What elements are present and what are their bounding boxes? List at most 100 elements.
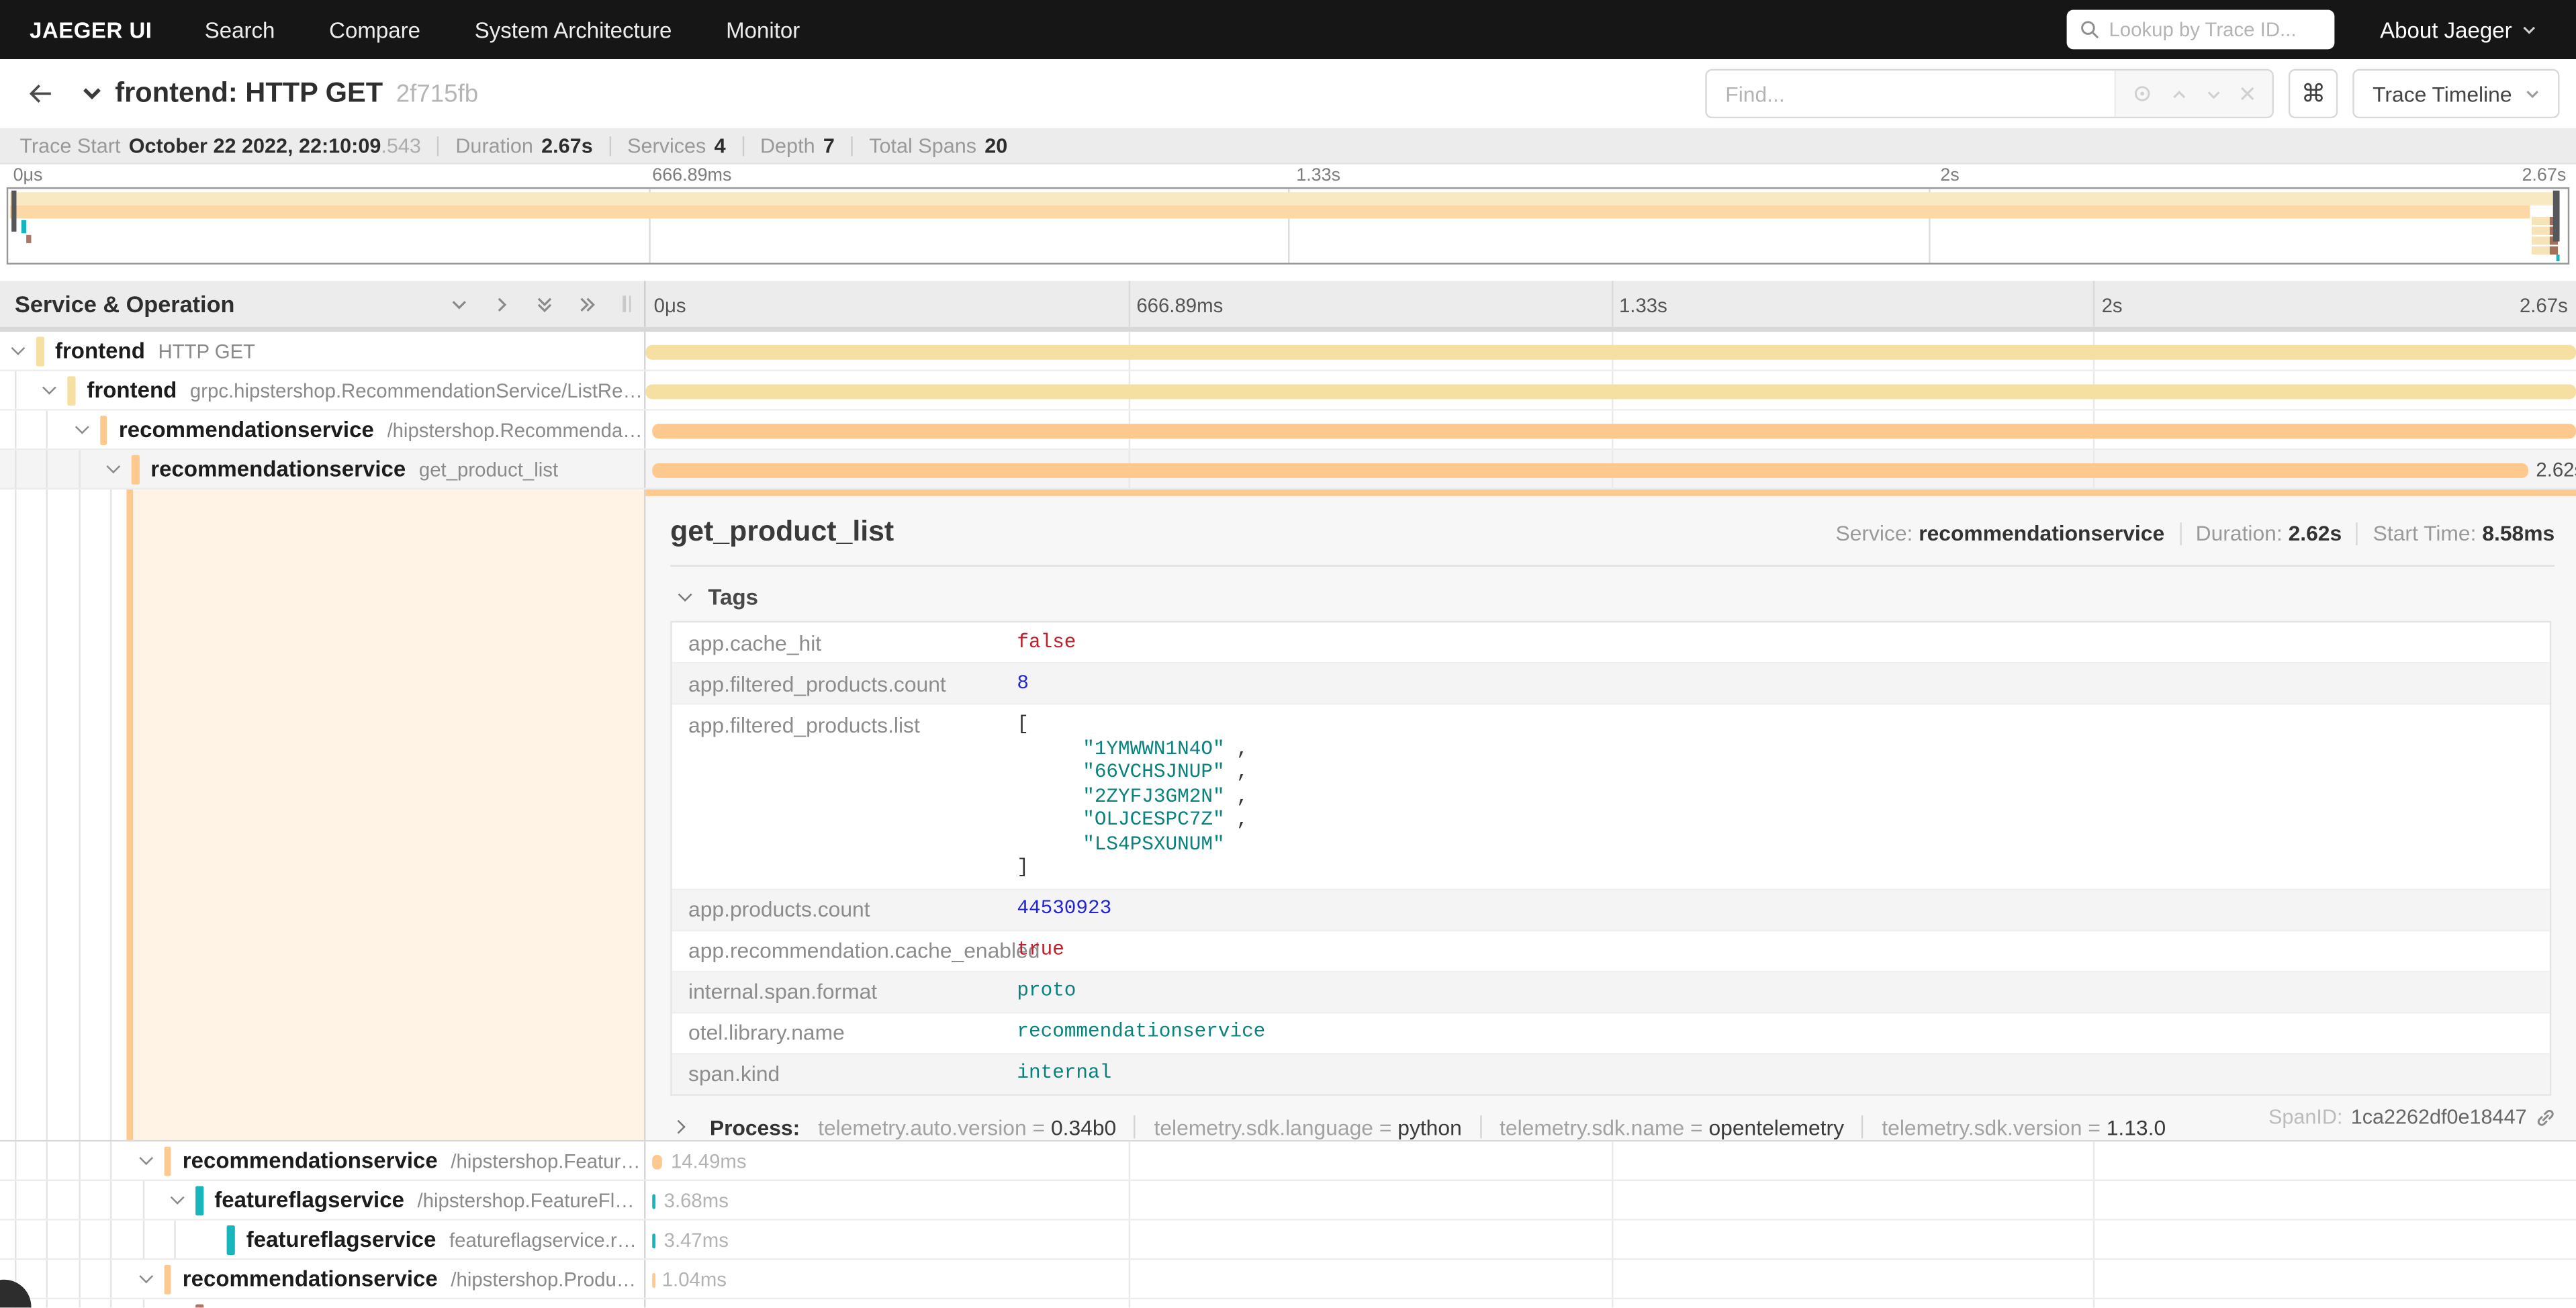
- span-detail-operation-name: get_product_list: [670, 514, 894, 549]
- timeline-header-ticks[interactable]: 0μs 666.89ms 1.33s 2s 2.67s: [645, 281, 2576, 327]
- tag-row[interactable]: app.filtered_products.count8: [672, 663, 2550, 704]
- span-duration-bar[interactable]: [651, 423, 2576, 438]
- about-jaeger-menu[interactable]: About Jaeger: [2380, 17, 2536, 42]
- span-duration-bar[interactable]: [645, 383, 2576, 398]
- keyboard-shortcuts-button[interactable]: ⌘: [2289, 69, 2338, 118]
- span-bar-track[interactable]: 1.04ms: [645, 1260, 2576, 1297]
- find-input[interactable]: [1707, 71, 2115, 117]
- span-bar-track[interactable]: 3.47ms: [645, 1221, 2576, 1258]
- span-row[interactable]: frontendHTTP GET: [0, 332, 2576, 371]
- span-name-cell: recommendationservice/hipstershop.Featur…: [0, 1141, 645, 1179]
- trace-minimap[interactable]: [7, 187, 2569, 265]
- span-color-bar: [195, 1303, 203, 1307]
- tag-row[interactable]: app.filtered_products.list["1YMWWN1N4O" …: [672, 705, 2550, 890]
- minimap-tick-labels: 0μs 666.89ms 1.33s 2s 2.67s: [0, 165, 2576, 187]
- tag-key: app.filtered_products.list: [672, 705, 1001, 888]
- next-match-icon[interactable]: [2205, 85, 2223, 103]
- process-tag: telemetry.sdk.version = 1.13.0: [1882, 1115, 2166, 1139]
- prev-match-icon[interactable]: [2170, 85, 2188, 103]
- grid-line: [1611, 1141, 1612, 1179]
- tag-value: proto: [1001, 972, 1093, 1011]
- span-name-cell: recommendationservice/hipstershop.Recomm…: [0, 411, 645, 449]
- expand-chevron-icon[interactable]: [134, 1276, 157, 1281]
- span-color-bar: [36, 336, 44, 365]
- span-bar-track[interactable]: [645, 371, 2576, 409]
- back-button[interactable]: [26, 81, 54, 107]
- span-id-value: 1ca2262df0e18447: [2351, 1105, 2527, 1128]
- span-row[interactable]: recommendationservice/hipstershop.Produc…: [0, 1260, 2576, 1299]
- span-operation-name: /hipstershop.RecommendationService/Lis…: [387, 418, 644, 441]
- span-bar-track[interactable]: [645, 1299, 2576, 1307]
- span-duration-bar[interactable]: [652, 1154, 663, 1169]
- span-name-cell: [0, 1299, 645, 1307]
- grid-line: [1128, 1221, 1130, 1258]
- span-name-cell: recommendationservice/hipstershop.Produc…: [0, 1260, 645, 1297]
- nav-item-compare[interactable]: Compare: [329, 17, 420, 42]
- span-bar-track[interactable]: 3.68ms: [645, 1181, 2576, 1219]
- process-tag: telemetry.auto.version = 0.34b0: [818, 1115, 1116, 1139]
- span-duration-bar[interactable]: [645, 344, 2576, 359]
- span-duration-label: 14.49ms: [671, 1150, 747, 1173]
- collapse-one-icon[interactable]: [449, 293, 470, 315]
- tag-row[interactable]: app.recommendation.cache_enabledtrue: [672, 931, 2550, 972]
- span-bar-track[interactable]: 14.49ms: [645, 1141, 2576, 1179]
- trace-view-selector-button[interactable]: Trace Timeline: [2353, 69, 2560, 118]
- span-bar-track[interactable]: [645, 411, 2576, 449]
- span-color-bar: [164, 1264, 171, 1294]
- tags-section-toggle[interactable]: Tags: [674, 585, 2555, 610]
- nav-item-system-architecture[interactable]: System Architecture: [475, 17, 672, 42]
- viewport-left-handle[interactable]: [11, 191, 16, 232]
- span-row[interactable]: [0, 1299, 2576, 1307]
- column-resizer-grip[interactable]: [623, 295, 631, 312]
- app-logo[interactable]: JAEGER UI: [30, 17, 152, 42]
- span-row[interactable]: recommendationservice/hipstershop.Featur…: [0, 1141, 2576, 1181]
- service-operation-header: Service & Operation: [0, 281, 645, 327]
- span-bar-track[interactable]: [645, 332, 2576, 369]
- span-service-name: frontend: [87, 378, 177, 403]
- nav-item-search[interactable]: Search: [205, 17, 275, 42]
- nav-item-monitor[interactable]: Monitor: [726, 17, 800, 42]
- clear-find-icon[interactable]: [2239, 85, 2255, 101]
- tag-value: ["1YMWWN1N4O" ,"66VCHSJNUP" ,"2ZYFJ3GM2N…: [1001, 705, 1264, 888]
- span-row[interactable]: featureflagservice/hipstershop.FeatureFl…: [0, 1181, 2576, 1221]
- focus-match-icon[interactable]: [2133, 84, 2152, 103]
- viewport-right-handle[interactable]: [2553, 191, 2560, 242]
- about-jaeger-label: About Jaeger: [2380, 17, 2512, 42]
- minimap-span-bar: [10, 205, 2530, 219]
- tag-row[interactable]: otel.library.namerecommendationservice: [672, 1013, 2550, 1054]
- expand-chevron-icon[interactable]: [71, 427, 93, 432]
- span-row[interactable]: recommendationservice/hipstershop.Recomm…: [0, 411, 2576, 451]
- span-bar-track[interactable]: 2.62s: [645, 450, 2576, 487]
- trace-summary-bar: Trace StartOctober 22 2022, 22:10:09.543…: [0, 128, 2576, 165]
- tag-row[interactable]: app.cache_hitfalse: [672, 622, 2550, 663]
- trace-id-lookup-input[interactable]: [2109, 18, 2321, 41]
- grid-line: [1611, 1181, 1612, 1219]
- chevron-down-icon: [2525, 86, 2540, 101]
- tag-key: app.filtered_products.count: [672, 663, 1001, 703]
- tag-row[interactable]: internal.span.formatproto: [672, 972, 2550, 1013]
- expand-chevron-icon[interactable]: [102, 467, 125, 471]
- expand-chevron-icon[interactable]: [7, 348, 30, 353]
- expand-all-icon[interactable]: [577, 293, 598, 315]
- span-duration-bar[interactable]: [653, 1233, 656, 1248]
- span-link-icon[interactable]: [2535, 1107, 2557, 1128]
- span-operation-name: /hipstershop.FeatureFlagService/Ge…: [418, 1188, 644, 1211]
- expand-chevron-icon[interactable]: [134, 1158, 157, 1163]
- collapse-all-icon[interactable]: [534, 293, 555, 315]
- tag-row[interactable]: span.kindinternal: [672, 1054, 2550, 1093]
- span-duration-bar[interactable]: [653, 1193, 656, 1208]
- trace-id-lookup-box[interactable]: [2066, 10, 2334, 50]
- span-duration-bar[interactable]: [652, 1272, 655, 1287]
- span-row[interactable]: frontendgrpc.hipstershop.RecommendationS…: [0, 371, 2576, 411]
- span-row[interactable]: recommendationserviceget_product_list2.6…: [0, 450, 2576, 489]
- tag-row[interactable]: app.products.count44530923: [672, 890, 2550, 931]
- divider: [1134, 1115, 1136, 1138]
- span-row[interactable]: featureflagservicefeatureflagservice.rep…: [0, 1221, 2576, 1260]
- span-duration-bar[interactable]: [651, 463, 2528, 477]
- trace-title-collapse-toggle[interactable]: [81, 82, 103, 105]
- divider: [1862, 1115, 1864, 1138]
- expand-one-icon[interactable]: [491, 293, 512, 315]
- trace-start-stat: Trace StartOctober 22 2022, 22:10:09.543: [19, 134, 421, 156]
- expand-chevron-icon[interactable]: [166, 1197, 189, 1202]
- expand-chevron-icon[interactable]: [38, 387, 61, 392]
